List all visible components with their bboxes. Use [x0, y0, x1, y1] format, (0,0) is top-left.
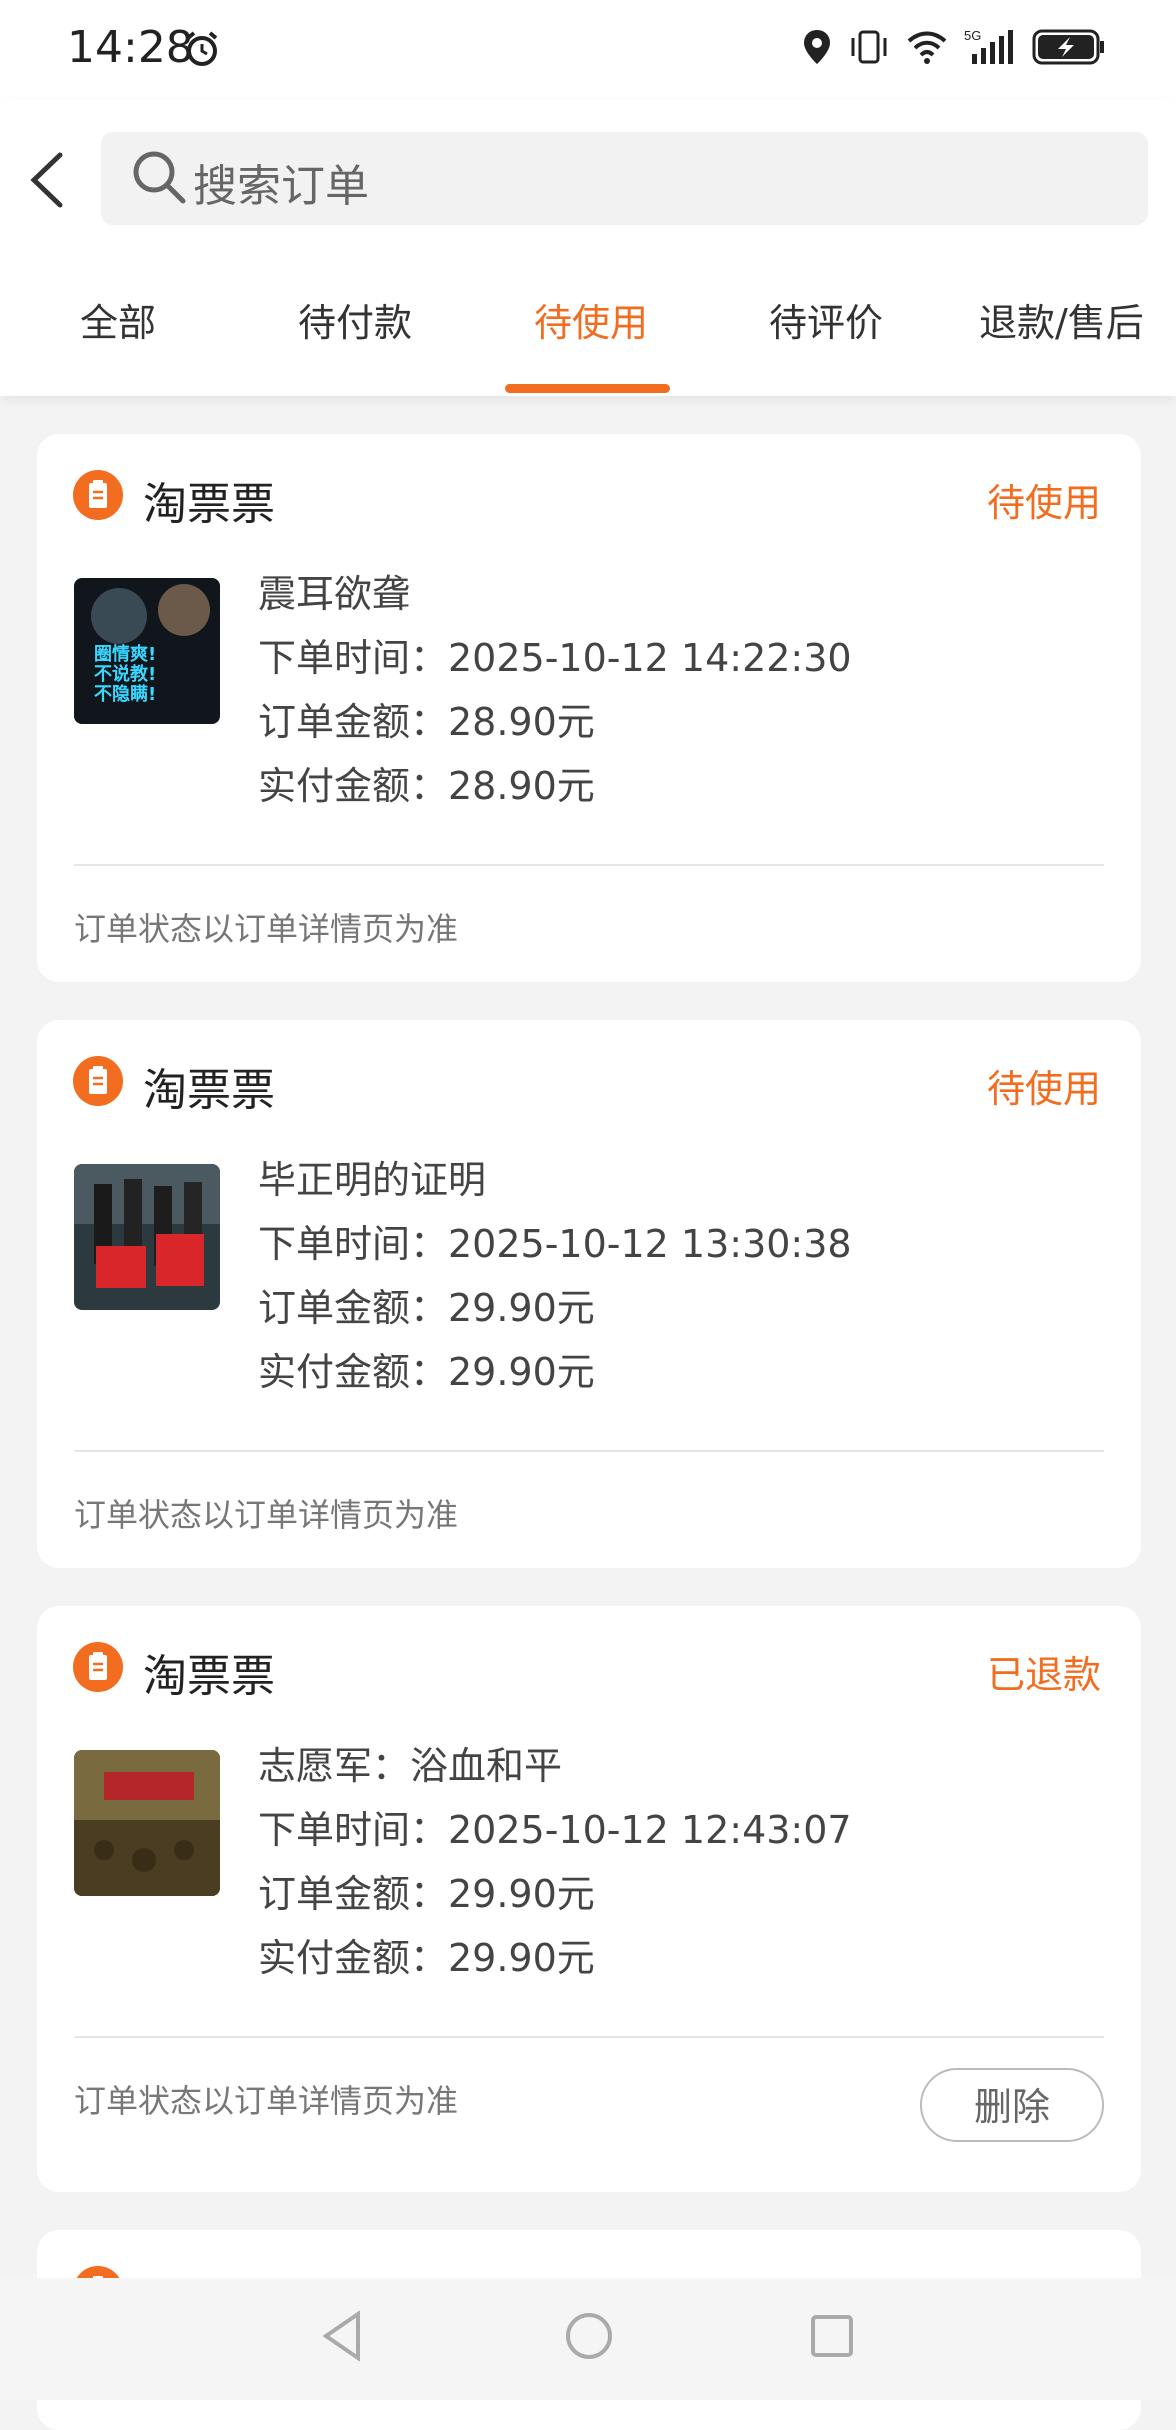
order-status: 待使用	[986, 1067, 1101, 1111]
divider	[74, 864, 1104, 866]
search-input[interactable]: 搜索订单	[193, 150, 369, 214]
paid-amount: 实付金额：28.90元	[258, 764, 595, 808]
alarm-icon	[183, 30, 221, 72]
search-icon	[131, 149, 187, 209]
shop-icon	[73, 1642, 123, 1692]
order-note: 订单状态以订单详情页为准	[74, 910, 459, 948]
movie-poster: 圈情爽! 不说教! 不隐瞒!	[74, 578, 220, 724]
movie-title: 毕正明的证明	[258, 1158, 487, 1202]
shop-icon	[73, 470, 123, 520]
back-button[interactable]	[24, 150, 70, 210]
divider	[74, 1450, 1104, 1452]
tab-active-indicator	[505, 384, 670, 393]
svg-text:5G: 5G	[964, 28, 981, 43]
movie-poster	[74, 1164, 220, 1310]
tab-all[interactable]: 全部	[80, 292, 156, 347]
poster-line-3: 不隐瞒!	[94, 683, 156, 705]
delete-button[interactable]: 删除	[920, 2068, 1104, 2142]
order-amount: 订单金额：28.90元	[258, 700, 595, 744]
movie-title: 震耳欲聋	[258, 572, 411, 616]
status-time: 14:28	[67, 22, 194, 73]
battery-icon	[1032, 29, 1106, 69]
paid-amount: 实付金额：29.90元	[258, 1350, 595, 1394]
paid-amount: 实付金额：29.90元	[258, 1936, 595, 1980]
location-icon	[802, 28, 832, 70]
order-time: 下单时间：2025-10-12 13:30:38	[258, 1222, 852, 1266]
order-info: 志愿军：浴血和平 下单时间：2025-10-12 12:43:07 订单金额：2…	[258, 1734, 852, 1990]
order-note: 订单状态以订单详情页为准	[74, 2082, 459, 2120]
shop-name: 淘票票	[143, 1651, 275, 1702]
system-nav-bar	[0, 2278, 1176, 2400]
divider	[74, 2036, 1104, 2038]
order-amount: 订单金额：29.90元	[258, 1872, 595, 1916]
order-tabs: 全部 待付款 待使用 待评价 退款/售后	[0, 292, 1176, 396]
nav-back-icon[interactable]	[320, 2310, 364, 2366]
shop-icon	[73, 1056, 123, 1106]
tab-pending-review[interactable]: 待评价	[769, 292, 883, 347]
nav-recents-icon[interactable]	[810, 2314, 854, 2362]
order-note: 订单状态以订单详情页为准	[74, 1496, 459, 1534]
poster-line-1: 圈情爽!	[94, 644, 156, 665]
vibrate-icon	[848, 28, 890, 70]
order-amount: 订单金额：29.90元	[258, 1286, 595, 1330]
tab-pending-payment[interactable]: 待付款	[298, 292, 412, 347]
order-status: 已退款	[986, 1653, 1101, 1697]
order-time: 下单时间：2025-10-12 14:22:30	[258, 636, 852, 680]
order-time: 下单时间：2025-10-12 12:43:07	[258, 1808, 852, 1852]
shop-name: 淘票票	[143, 1065, 275, 1116]
wifi-icon	[906, 29, 948, 69]
order-info: 震耳欲聋 下单时间：2025-10-12 14:22:30 订单金额：28.90…	[258, 562, 852, 818]
search-bar[interactable]: 搜索订单	[101, 132, 1148, 225]
status-bar: 14:28 5G	[0, 0, 1176, 100]
nav-home-icon[interactable]	[565, 2312, 613, 2364]
poster-line-2: 不说教!	[94, 663, 156, 685]
tab-pending-use[interactable]: 待使用	[534, 292, 648, 347]
order-info: 毕正明的证明 下单时间：2025-10-12 13:30:38 订单金额：29.…	[258, 1148, 852, 1404]
signal-5g-icon: 5G	[964, 28, 1016, 70]
order-card[interactable]: 淘票票 待使用 毕正明的证明 下单时间：2025-10-12 13:30:38 …	[37, 1020, 1141, 1568]
order-status: 待使用	[986, 481, 1101, 525]
movie-poster	[74, 1750, 220, 1896]
shop-name: 淘票票	[143, 479, 275, 530]
movie-title: 志愿军：浴血和平	[258, 1744, 563, 1788]
tab-refund-aftersales[interactable]: 退款/售后	[979, 292, 1144, 347]
order-card[interactable]: 淘票票 待使用 圈情爽! 不说教! 不隐瞒! 震耳欲聋 下单时间：2025-10…	[37, 434, 1141, 982]
order-card[interactable]: 淘票票 已退款 志愿军：浴血和平 下单时间：2025-10-12 12:43:0…	[37, 1606, 1141, 2192]
